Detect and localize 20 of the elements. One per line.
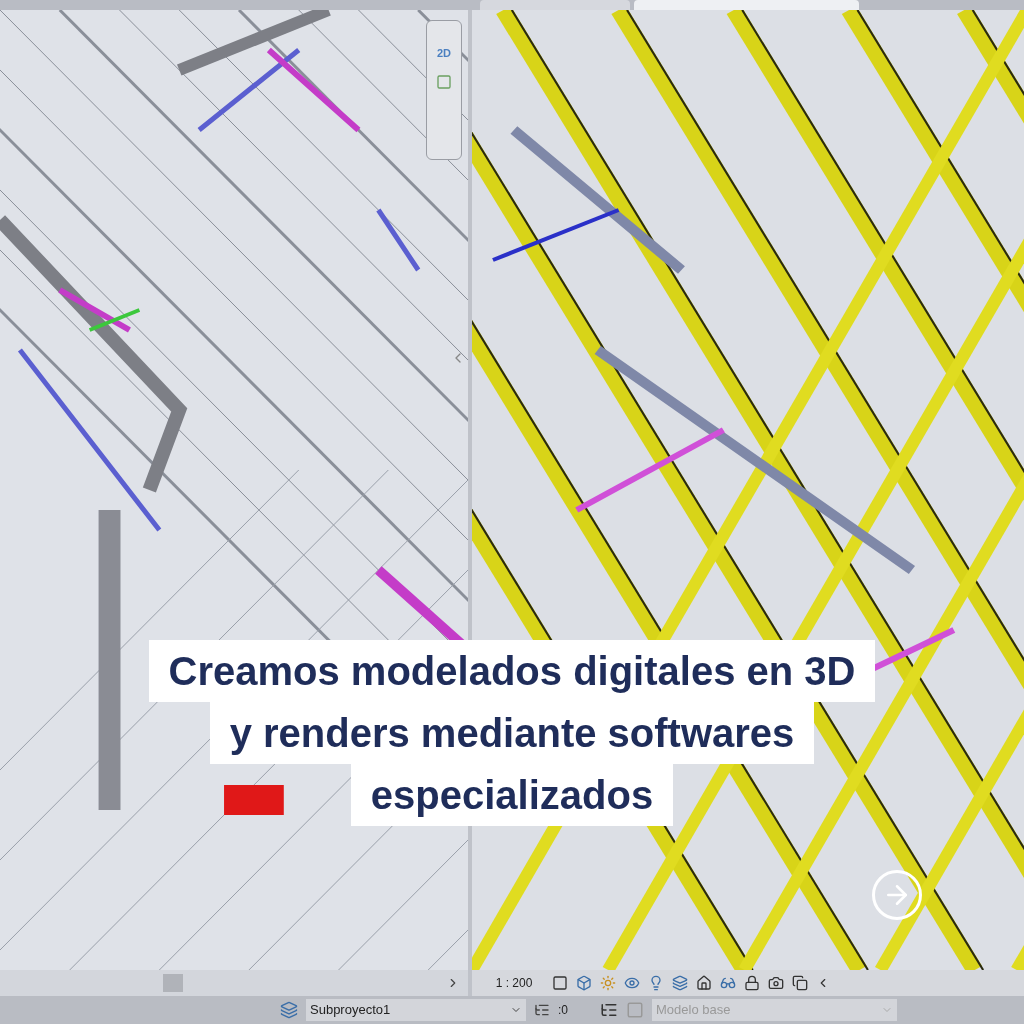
- house-icon[interactable]: [696, 975, 712, 991]
- workset-dropdown[interactable]: Subproyecto1: [306, 999, 526, 1021]
- scale-label[interactable]: 1 : 200: [484, 974, 544, 992]
- eye-icon[interactable]: [624, 975, 640, 991]
- layers-icon[interactable]: [672, 975, 688, 991]
- workset-icon[interactable]: [280, 1001, 298, 1019]
- horizontal-scrollbar[interactable]: [0, 970, 468, 996]
- design-option-dropdown[interactable]: Modelo base: [652, 999, 897, 1021]
- sun-icon[interactable]: [600, 975, 616, 991]
- cube-icon[interactable]: [576, 975, 592, 991]
- option-icon: [626, 1001, 644, 1019]
- navigation-wheel-label[interactable]: 2D: [436, 45, 452, 62]
- camera-icon[interactable]: [768, 975, 784, 991]
- lightbulb-icon[interactable]: [648, 975, 664, 991]
- scrollbar-thumb[interactable]: [163, 974, 183, 992]
- navigation-bar[interactable]: 2D: [426, 20, 462, 160]
- glasses-icon[interactable]: [720, 975, 736, 991]
- editable-count: :0: [558, 1002, 568, 1019]
- copy-icon[interactable]: [792, 975, 808, 991]
- lock-icon[interactable]: [744, 975, 760, 991]
